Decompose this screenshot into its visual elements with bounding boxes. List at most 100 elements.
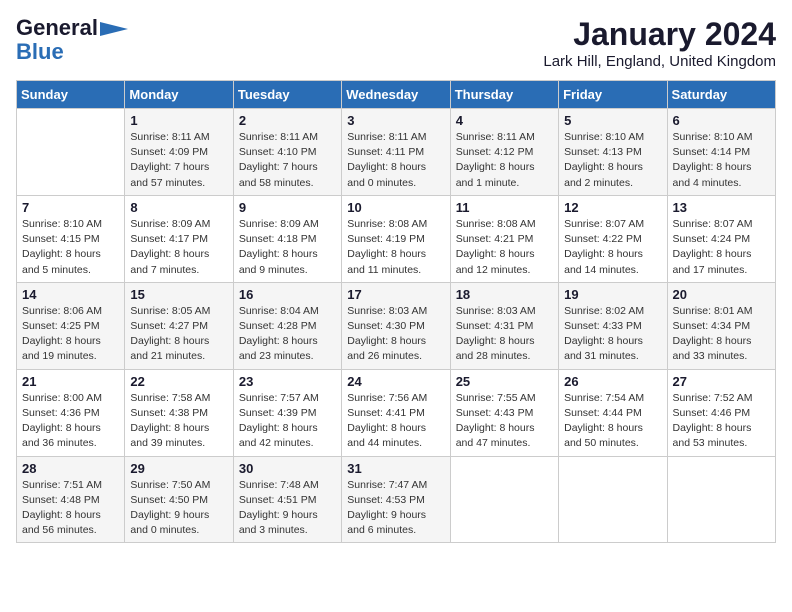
calendar-day-cell: [559, 456, 667, 543]
day-info: Sunrise: 7:56 AM Sunset: 4:41 PM Dayligh…: [347, 391, 444, 452]
day-number: 27: [673, 374, 770, 389]
day-info: Sunrise: 8:11 AM Sunset: 4:11 PM Dayligh…: [347, 130, 444, 191]
calendar-day-cell: 26 Sunrise: 7:54 AM Sunset: 4:44 PM Dayli…: [559, 369, 667, 456]
day-number: 25: [456, 374, 553, 389]
calendar-day-cell: 17 Sunrise: 8:03 AM Sunset: 4:30 PM Dayli…: [342, 282, 450, 369]
calendar-day-cell: 4 Sunrise: 8:11 AM Sunset: 4:12 PM Daylig…: [450, 109, 558, 196]
calendar-day-cell: 24 Sunrise: 7:56 AM Sunset: 4:41 PM Dayli…: [342, 369, 450, 456]
day-info: Sunrise: 8:03 AM Sunset: 4:31 PM Dayligh…: [456, 304, 553, 365]
day-number: 10: [347, 200, 444, 215]
calendar-day-cell: 18 Sunrise: 8:03 AM Sunset: 4:31 PM Dayli…: [450, 282, 558, 369]
day-number: 22: [130, 374, 227, 389]
page-header: General Blue January 2024 Lark Hill, Eng…: [16, 16, 776, 70]
calendar-day-cell: 11Sunrise: 8:08 AM Sunset: 4:21 PM Dayli…: [450, 195, 558, 282]
day-info: Sunrise: 7:55 AM Sunset: 4:43 PM Dayligh…: [456, 391, 553, 452]
logo-text: General: [16, 16, 98, 40]
calendar-day-cell: 21 Sunrise: 8:00 AM Sunset: 4:36 PM Dayli…: [17, 369, 125, 456]
logo: General Blue: [16, 16, 128, 64]
calendar-day-cell: 10 Sunrise: 8:08 AM Sunset: 4:19 PM Dayli…: [342, 195, 450, 282]
day-info: Sunrise: 8:00 AM Sunset: 4:36 PM Dayligh…: [22, 391, 119, 452]
day-number: 18: [456, 287, 553, 302]
weekday-header: Saturday: [667, 81, 775, 109]
calendar-day-cell: 14 Sunrise: 8:06 AM Sunset: 4:25 PM Dayli…: [17, 282, 125, 369]
day-info: Sunrise: 8:01 AM Sunset: 4:34 PM Dayligh…: [673, 304, 770, 365]
weekday-header: Friday: [559, 81, 667, 109]
day-number: 13: [673, 200, 770, 215]
day-info: Sunrise: 8:09 AM Sunset: 4:17 PM Dayligh…: [130, 217, 227, 278]
day-number: 16: [239, 287, 336, 302]
day-info: Sunrise: 8:10 AM Sunset: 4:15 PM Dayligh…: [22, 217, 119, 278]
day-number: 12: [564, 200, 661, 215]
day-info: Sunrise: 7:54 AM Sunset: 4:44 PM Dayligh…: [564, 391, 661, 452]
month-title: January 2024: [543, 16, 776, 53]
day-info: Sunrise: 8:06 AM Sunset: 4:25 PM Dayligh…: [22, 304, 119, 365]
day-number: 23: [239, 374, 336, 389]
day-number: 8: [130, 200, 227, 215]
day-info: Sunrise: 7:50 AM Sunset: 4:50 PM Dayligh…: [130, 478, 227, 539]
calendar-day-cell: 25 Sunrise: 7:55 AM Sunset: 4:43 PM Dayli…: [450, 369, 558, 456]
calendar-day-cell: 8 Sunrise: 8:09 AM Sunset: 4:17 PM Daylig…: [125, 195, 233, 282]
calendar-day-cell: 22 Sunrise: 7:58 AM Sunset: 4:38 PM Dayli…: [125, 369, 233, 456]
day-info: Sunrise: 7:47 AM Sunset: 4:53 PM Dayligh…: [347, 478, 444, 539]
day-info: Sunrise: 8:10 AM Sunset: 4:14 PM Dayligh…: [673, 130, 770, 191]
day-number: 5: [564, 113, 661, 128]
day-number: 2: [239, 113, 336, 128]
day-info: Sunrise: 8:11 AM Sunset: 4:12 PM Dayligh…: [456, 130, 553, 191]
title-block: January 2024 Lark Hill, England, United …: [543, 16, 776, 70]
day-info: Sunrise: 8:10 AM Sunset: 4:13 PM Dayligh…: [564, 130, 661, 191]
day-info: Sunrise: 7:58 AM Sunset: 4:38 PM Dayligh…: [130, 391, 227, 452]
day-info: Sunrise: 8:11 AM Sunset: 4:10 PM Dayligh…: [239, 130, 336, 191]
day-number: 21: [22, 374, 119, 389]
calendar-table: SundayMondayTuesdayWednesdayThursdayFrid…: [16, 80, 776, 543]
calendar-week-row: 7 Sunrise: 8:10 AM Sunset: 4:15 PM Daylig…: [17, 195, 776, 282]
calendar-day-cell: 12Sunrise: 8:07 AM Sunset: 4:22 PM Dayli…: [559, 195, 667, 282]
calendar-day-cell: [450, 456, 558, 543]
calendar-day-cell: 9Sunrise: 8:09 AM Sunset: 4:18 PM Daylig…: [233, 195, 341, 282]
day-number: 30: [239, 461, 336, 476]
calendar-day-cell: 2 Sunrise: 8:11 AM Sunset: 4:10 PM Daylig…: [233, 109, 341, 196]
calendar-week-row: 1 Sunrise: 8:11 AM Sunset: 4:09 PM Daylig…: [17, 109, 776, 196]
weekday-header: Monday: [125, 81, 233, 109]
day-info: Sunrise: 8:04 AM Sunset: 4:28 PM Dayligh…: [239, 304, 336, 365]
day-number: 29: [130, 461, 227, 476]
calendar-day-cell: 6 Sunrise: 8:10 AM Sunset: 4:14 PM Daylig…: [667, 109, 775, 196]
day-info: Sunrise: 8:03 AM Sunset: 4:30 PM Dayligh…: [347, 304, 444, 365]
day-info: Sunrise: 8:05 AM Sunset: 4:27 PM Dayligh…: [130, 304, 227, 365]
day-number: 6: [673, 113, 770, 128]
calendar-day-cell: 5 Sunrise: 8:10 AM Sunset: 4:13 PM Daylig…: [559, 109, 667, 196]
day-number: 19: [564, 287, 661, 302]
calendar-day-cell: [17, 109, 125, 196]
calendar-day-cell: 13 Sunrise: 8:07 AM Sunset: 4:24 PM Dayli…: [667, 195, 775, 282]
day-number: 24: [347, 374, 444, 389]
calendar-day-cell: 15Sunrise: 8:05 AM Sunset: 4:27 PM Dayli…: [125, 282, 233, 369]
day-info: Sunrise: 8:07 AM Sunset: 4:24 PM Dayligh…: [673, 217, 770, 278]
weekday-header: Wednesday: [342, 81, 450, 109]
day-number: 3: [347, 113, 444, 128]
day-number: 28: [22, 461, 119, 476]
day-number: 7: [22, 200, 119, 215]
day-info: Sunrise: 7:51 AM Sunset: 4:48 PM Dayligh…: [22, 478, 119, 539]
day-info: Sunrise: 8:11 AM Sunset: 4:09 PM Dayligh…: [130, 130, 227, 191]
calendar-day-cell: 23 Sunrise: 7:57 AM Sunset: 4:39 PM Dayli…: [233, 369, 341, 456]
day-number: 20: [673, 287, 770, 302]
calendar-week-row: 28 Sunrise: 7:51 AM Sunset: 4:48 PM Dayli…: [17, 456, 776, 543]
day-number: 1: [130, 113, 227, 128]
calendar-day-cell: 20 Sunrise: 8:01 AM Sunset: 4:34 PM Dayli…: [667, 282, 775, 369]
day-info: Sunrise: 8:09 AM Sunset: 4:18 PM Dayligh…: [239, 217, 336, 278]
day-number: 4: [456, 113, 553, 128]
day-number: 14: [22, 287, 119, 302]
calendar-day-cell: 28 Sunrise: 7:51 AM Sunset: 4:48 PM Dayli…: [17, 456, 125, 543]
day-number: 26: [564, 374, 661, 389]
day-info: Sunrise: 7:48 AM Sunset: 4:51 PM Dayligh…: [239, 478, 336, 539]
logo-icon: [100, 22, 128, 36]
calendar-day-cell: 27Sunrise: 7:52 AM Sunset: 4:46 PM Dayli…: [667, 369, 775, 456]
logo-blue-text: Blue: [16, 40, 64, 64]
calendar-week-row: 21 Sunrise: 8:00 AM Sunset: 4:36 PM Dayli…: [17, 369, 776, 456]
day-info: Sunrise: 7:57 AM Sunset: 4:39 PM Dayligh…: [239, 391, 336, 452]
weekday-header-row: SundayMondayTuesdayWednesdayThursdayFrid…: [17, 81, 776, 109]
day-info: Sunrise: 8:02 AM Sunset: 4:33 PM Dayligh…: [564, 304, 661, 365]
day-info: Sunrise: 8:08 AM Sunset: 4:19 PM Dayligh…: [347, 217, 444, 278]
weekday-header: Sunday: [17, 81, 125, 109]
calendar-week-row: 14 Sunrise: 8:06 AM Sunset: 4:25 PM Dayli…: [17, 282, 776, 369]
day-number: 17: [347, 287, 444, 302]
